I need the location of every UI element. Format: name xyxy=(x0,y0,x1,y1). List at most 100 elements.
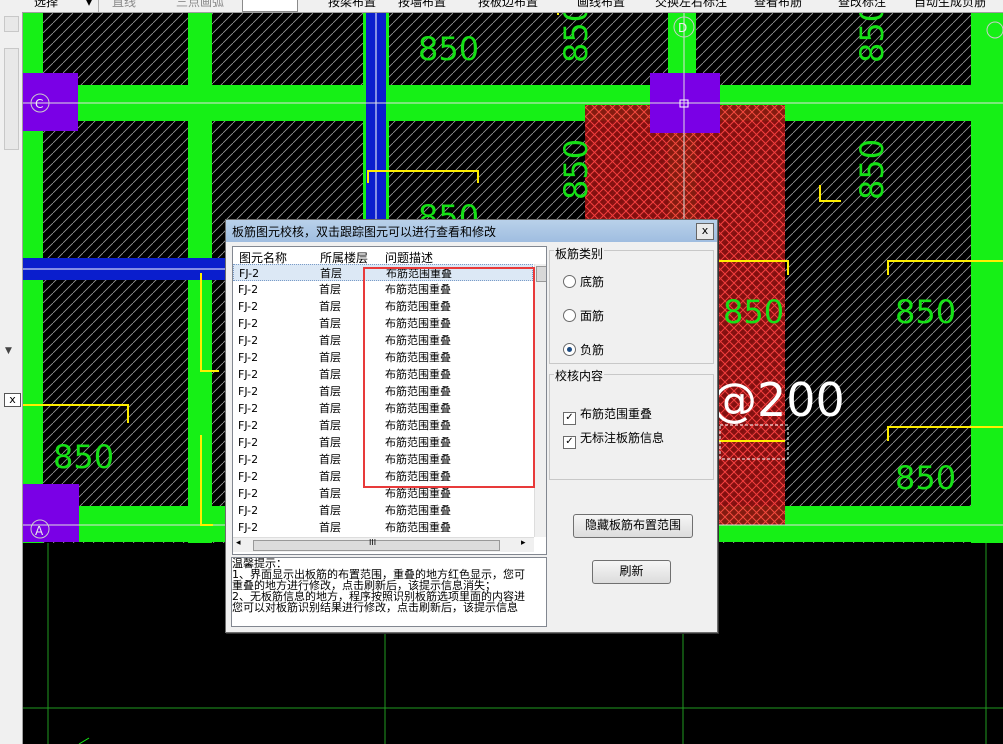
axis-label-d: D xyxy=(678,21,687,35)
radio-negative-rebar[interactable]: 负筋 xyxy=(563,341,604,358)
table-row[interactable]: FJ-2 首层 布筋范围重叠 xyxy=(233,502,533,519)
cell-issue: 布筋范围重叠 xyxy=(385,521,451,534)
left-panel-close-button[interactable]: x xyxy=(4,393,21,407)
checkbox-checked-icon: ✓ xyxy=(563,412,576,425)
toolbar: 选择 ▾ 直线 三点画弧 按梁布置 按墙布置 按板边布置 画线布置 交换左右标注… xyxy=(0,0,1003,13)
checkbox-label: 布筋范围重叠 xyxy=(580,407,653,421)
radio-label: 负筋 xyxy=(580,343,605,357)
cell-floor: 首层 xyxy=(319,351,341,364)
label-850-1: 850 xyxy=(418,30,479,68)
toolbar-edit-label-button[interactable]: 查改标注 xyxy=(838,0,886,8)
label-850-vert-1: 850 xyxy=(557,13,595,63)
toolbar-combo[interactable] xyxy=(242,0,298,12)
dialog-close-button[interactable]: x xyxy=(696,223,714,240)
scroll-left-arrow-icon[interactable]: ◂ xyxy=(236,538,241,548)
cell-name: FJ-2 xyxy=(238,300,259,313)
check-dialog: 板筋图元校核，双击跟踪图元可以进行查看和修改 x 图元名称 所属楼层 问题描述 … xyxy=(225,219,718,633)
cell-floor: 首层 xyxy=(319,521,341,534)
toolbar-by-beam-button[interactable]: 按梁布置 xyxy=(328,0,376,8)
cell-name: FJ-2 xyxy=(238,470,259,483)
cell-floor: 首层 xyxy=(319,317,341,330)
cell-name: FJ-2 xyxy=(238,487,259,500)
refresh-button[interactable]: 刷新 xyxy=(592,560,671,584)
left-scroll-thumb[interactable] xyxy=(4,48,19,150)
toolbar-line-button[interactable]: 直线 xyxy=(112,0,136,8)
scroll-thumb[interactable] xyxy=(536,266,546,282)
cell-name: FJ-2 xyxy=(238,317,259,330)
radio-icon xyxy=(563,275,576,288)
radio-icon xyxy=(563,309,576,322)
toolbar-swap-label-button[interactable]: 交换左右标注 xyxy=(655,0,727,8)
checkbox-label: 无标注板筋信息 xyxy=(580,431,665,445)
checkbox-checked-icon: ✓ xyxy=(563,436,576,449)
spacing-label: @200 xyxy=(711,373,845,427)
cell-floor: 首层 xyxy=(319,419,341,432)
radio-bottom-rebar[interactable]: 底筋 xyxy=(563,273,604,290)
cell-floor: 首层 xyxy=(319,402,341,415)
label-850-3: 850 xyxy=(723,293,784,331)
hscroll-thumb[interactable]: III xyxy=(253,538,500,551)
cell-floor: 首层 xyxy=(319,504,341,517)
list-horizontal-scrollbar[interactable]: ◂ III ▸ xyxy=(233,537,534,552)
toolbar-auto-neg-rebar-button[interactable]: 自动生成负筋 xyxy=(914,0,986,8)
cell-floor: 首层 xyxy=(319,470,341,483)
label-850-vert-4: 850 xyxy=(853,139,891,200)
label-850-5: 850 xyxy=(895,459,956,497)
cell-floor: 首层 xyxy=(319,334,341,347)
cell-name: FJ-2 xyxy=(238,368,259,381)
dialog-titlebar[interactable]: 板筋图元校核，双击跟踪图元可以进行查看和修改 x xyxy=(226,220,717,242)
toolbar-select-button[interactable]: 选择 xyxy=(34,0,58,8)
cell-name: FJ-2 xyxy=(238,351,259,364)
radio-selected-icon xyxy=(563,343,576,356)
label-850-2: 850 xyxy=(53,438,114,476)
toolbar-arc-button[interactable]: 三点画弧 xyxy=(176,0,224,8)
cell-name: FJ-2 xyxy=(238,453,259,466)
cell-floor: 首层 xyxy=(319,368,341,381)
dialog-title: 板筋图元校核，双击跟踪图元可以进行查看和修改 xyxy=(232,225,497,239)
cell-name: FJ-2 xyxy=(238,334,259,347)
cell-floor: 首层 xyxy=(320,267,342,280)
toolbar-by-wall-button[interactable]: 按墙布置 xyxy=(398,0,446,8)
issue-list[interactable]: 图元名称 所属楼层 问题描述 FJ-2 首层 布筋范围重叠 FJ-2 首层 布筋范围重叠 F… xyxy=(232,246,547,555)
tips-line: 您可以对板筋识别结果进行修改，点击刷新后，该提示信息 xyxy=(232,601,518,614)
beam-right xyxy=(971,13,1003,543)
left-panel-lower xyxy=(0,384,23,744)
cell-name: FJ-2 xyxy=(239,267,260,280)
scroll-right-arrow-icon[interactable]: ▸ xyxy=(521,538,526,548)
check-content-label: 校核内容 xyxy=(554,367,605,384)
cell-floor: 首层 xyxy=(319,385,341,398)
left-panel: ▼ xyxy=(0,12,23,384)
toolbar-by-slab-edge-button[interactable]: 按板边布置 xyxy=(478,0,538,8)
left-scroll-up[interactable] xyxy=(4,16,19,32)
checkbox-unlabeled[interactable]: ✓ 无标注板筋信息 xyxy=(563,429,664,449)
toolbar-dropdown-icon[interactable]: ▾ xyxy=(86,0,92,8)
list-vertical-scrollbar[interactable] xyxy=(534,264,546,537)
toolbar-draw-line-button[interactable]: 画线布置 xyxy=(577,0,625,8)
ucs-icon xyxy=(78,737,90,744)
cell-floor: 首层 xyxy=(319,436,341,449)
highlight-box xyxy=(363,267,535,488)
check-content-group xyxy=(549,374,714,480)
table-row[interactable]: FJ-2 首层 布筋范围重叠 xyxy=(233,519,533,536)
checkbox-overlap[interactable]: ✓ 布筋范围重叠 xyxy=(563,405,652,425)
column-a1 xyxy=(23,484,79,542)
rebar-type-label: 板筋类别 xyxy=(554,245,605,262)
cell-name: FJ-2 xyxy=(238,419,259,432)
cell-name: FJ-2 xyxy=(238,283,259,296)
label-850-vert-3: 850 xyxy=(853,13,891,63)
toolbar-view-rebar-button[interactable]: 查看布筋 xyxy=(754,0,802,8)
cell-floor: 首层 xyxy=(319,283,341,296)
hscroll-grip: III xyxy=(369,538,377,547)
tips-box: 温馨提示： 1、界面显示出板筋的布置范围，重叠的地方红色显示，您可 重叠的地方进… xyxy=(231,557,547,627)
label-850-vert-2: 850 xyxy=(557,139,595,200)
cell-floor: 首层 xyxy=(319,487,341,500)
cell-floor: 首层 xyxy=(319,453,341,466)
radio-label: 面筋 xyxy=(580,309,605,323)
radio-label: 底筋 xyxy=(580,275,605,289)
cell-issue: 布筋范围重叠 xyxy=(385,504,451,517)
hide-range-button[interactable]: 隐藏板筋布置范围 xyxy=(573,514,693,538)
cell-name: FJ-2 xyxy=(238,402,259,415)
scroll-down-arrow-icon[interactable]: ▼ xyxy=(5,346,12,356)
cell-name: FJ-2 xyxy=(238,436,259,449)
radio-top-rebar[interactable]: 面筋 xyxy=(563,307,604,324)
